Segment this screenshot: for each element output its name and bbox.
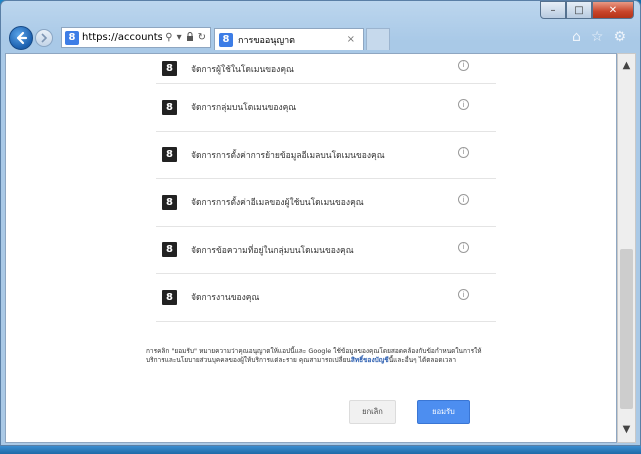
- info-icon[interactable]: i: [458, 241, 469, 253]
- permission-label: จัดการงานของคุณ: [191, 293, 260, 304]
- back-button[interactable]: [9, 26, 33, 50]
- address-bar[interactable]: 8 https://accounts.g ⚲ ▾ ↻: [61, 27, 211, 48]
- tab-permission[interactable]: 8 การขออนุญาต ×: [214, 28, 364, 50]
- consent-text-after: นี้และอื่นๆ ได้ตลอดเวลา: [388, 356, 457, 364]
- permission-label: จัดการข้อความที่อยู่ในกลุ่มบนโดเมนของคุณ: [191, 245, 354, 256]
- lock-icon[interactable]: [186, 31, 194, 44]
- browser-toolbar: 8 https://accounts.g ⚲ ▾ ↻ 8 การขออนุญาต…: [5, 23, 636, 53]
- info-icon[interactable]: i: [458, 59, 469, 71]
- vertical-scrollbar[interactable]: ▲ ▼: [617, 53, 636, 443]
- permission-list: 8 จัดการผู้ใช้ในโดเมนของคุณ i 8 จัดการกล…: [156, 54, 496, 322]
- permission-label: จัดการผู้ใช้ในโดเมนของคุณ: [191, 64, 294, 75]
- permission-label: จัดการกลุ่มบนโดเมนของคุณ: [191, 103, 297, 114]
- accept-button[interactable]: ยอมรับ: [417, 400, 470, 424]
- address-url: https://accounts.g: [82, 32, 163, 43]
- permission-item: 8 จัดการการตั้งค่าการย้ายข้อมูลอีเมลบนโด…: [156, 132, 496, 179]
- google-plus-icon: 8: [162, 194, 177, 210]
- scroll-up-icon[interactable]: ▲: [618, 58, 635, 74]
- taskbar-strip: [0, 446, 641, 454]
- permission-item: 8 จัดการผู้ใช้ในโดเมนของคุณ i: [156, 54, 496, 84]
- google-plus-icon: 8: [162, 242, 177, 258]
- info-icon[interactable]: i: [458, 289, 469, 301]
- home-icon[interactable]: ⌂: [572, 29, 581, 45]
- permission-label: จัดการการตั้งค่าอีเมลของผู้ใช้บนโดเมนของ…: [191, 198, 364, 209]
- google-plus-icon: 8: [162, 99, 177, 115]
- search-icon[interactable]: ⚲: [165, 32, 172, 44]
- google-plus-icon: 8: [162, 147, 177, 163]
- page-content: 8 จัดการผู้ใช้ในโดเมนของคุณ i 8 จัดการกล…: [5, 53, 617, 443]
- google-favicon-icon: 8: [219, 32, 233, 47]
- window-caption-buttons: – □ ✕: [540, 1, 634, 19]
- tab-title: การขออนุญาต: [238, 35, 296, 46]
- new-tab-button[interactable]: [366, 28, 390, 50]
- forward-arrow-icon: [41, 33, 48, 43]
- permission-item: 8 จัดการข้อความที่อยู่ในกลุ่มบนโดเมนของค…: [156, 227, 496, 274]
- info-icon[interactable]: i: [458, 99, 469, 111]
- info-icon[interactable]: i: [458, 194, 469, 206]
- minimize-button[interactable]: –: [540, 1, 566, 19]
- google-plus-icon: 8: [162, 61, 177, 76]
- settings-gear-icon[interactable]: ⚙: [613, 29, 626, 45]
- maximize-button[interactable]: □: [566, 1, 592, 19]
- browser-window: – □ ✕ 8 https://accounts.g ⚲ ▾ ↻: [0, 0, 641, 446]
- permission-label: จัดการการตั้งค่าการย้ายข้อมูลอีเมลบนโดเม…: [191, 150, 385, 161]
- permission-item: 8 จัดการการตั้งค่าอีเมลของผู้ใช้บนโดเมนข…: [156, 179, 496, 227]
- consent-text: การคลิก "ยอมรับ" หมายความว่าคุณอนุญาตให้…: [146, 347, 486, 365]
- permission-item: 8 จัดการงานของคุณ i: [156, 274, 496, 322]
- cancel-button[interactable]: ยกเลิก: [349, 400, 396, 424]
- permission-item: 8 จัดการกลุ่มบนโดเมนของคุณ i: [156, 84, 496, 132]
- forward-button[interactable]: [35, 29, 53, 47]
- back-arrow-icon: [16, 31, 28, 45]
- info-icon[interactable]: i: [458, 146, 469, 158]
- scroll-down-icon[interactable]: ▼: [618, 422, 635, 438]
- dropdown-icon[interactable]: ▾: [177, 32, 182, 44]
- refresh-icon[interactable]: ↻: [198, 32, 206, 44]
- close-window-button[interactable]: ✕: [592, 1, 634, 19]
- address-bar-icons: ⚲ ▾ ↻: [165, 32, 210, 44]
- account-permissions-link[interactable]: สิทธิ์ของบัญชี: [351, 356, 389, 364]
- google-plus-icon: 8: [162, 289, 177, 305]
- scroll-thumb[interactable]: [620, 249, 633, 409]
- close-tab-icon[interactable]: ×: [347, 34, 355, 45]
- google-favicon-icon: 8: [65, 30, 79, 45]
- browser-tool-icons: ⌂ ☆ ⚙: [572, 29, 626, 45]
- favorites-star-icon[interactable]: ☆: [591, 29, 604, 45]
